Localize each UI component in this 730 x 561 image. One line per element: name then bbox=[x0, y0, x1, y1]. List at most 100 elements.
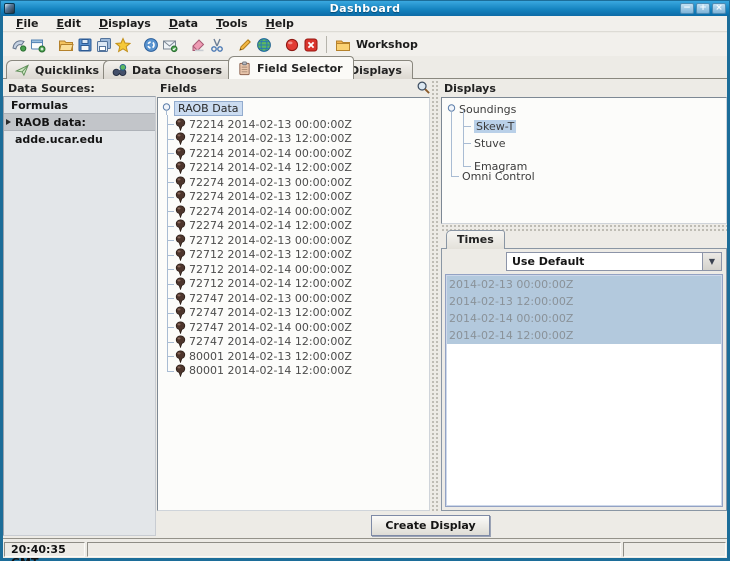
tab-data-choosers[interactable]: Data Choosers bbox=[103, 60, 233, 79]
field-tree-item[interactable]: 72274 2014-02-14 12:00:00Z bbox=[158, 219, 429, 234]
record-icon[interactable] bbox=[283, 36, 300, 53]
field-tree-item[interactable]: 72747 2014-02-14 00:00:00Z bbox=[158, 320, 429, 335]
balloon-icon bbox=[175, 176, 186, 189]
menu-help[interactable]: Help bbox=[257, 16, 303, 31]
toolbar: Workshop bbox=[3, 33, 727, 56]
tab-quicklinks[interactable]: Quicklinks bbox=[6, 60, 110, 79]
balloon-icon bbox=[175, 321, 186, 334]
displays-tree-root[interactable]: Soundings bbox=[459, 102, 516, 117]
balloon-icon bbox=[175, 234, 186, 247]
balloon-icon bbox=[175, 161, 186, 174]
search-icon[interactable] bbox=[416, 80, 431, 95]
field-tree-item[interactable]: 72747 2014-02-13 12:00:00Z bbox=[158, 306, 429, 321]
time-list-item[interactable]: 2014-02-13 12:00:00Z bbox=[447, 293, 721, 310]
data-sources-list: Formulas RAOB data: adde.ucar.edu bbox=[3, 96, 156, 536]
menu-file[interactable]: File bbox=[7, 16, 48, 31]
tab-field-selector[interactable]: Field Selector bbox=[228, 56, 354, 79]
show-dashboard-icon[interactable] bbox=[10, 36, 27, 53]
tree-connector bbox=[463, 166, 471, 167]
favorites-star-icon[interactable] bbox=[114, 36, 131, 53]
field-tree-item[interactable]: 72214 2014-02-13 00:00:00Z bbox=[158, 117, 429, 132]
save-icon[interactable] bbox=[76, 36, 93, 53]
vertical-splitter[interactable] bbox=[431, 80, 440, 511]
workshop-label: Workshop bbox=[356, 38, 418, 51]
times-list: 2014-02-13 00:00:00Z 2014-02-13 12:00:00… bbox=[445, 274, 723, 507]
toolbar-separator bbox=[326, 36, 327, 53]
time-list-item[interactable]: 2014-02-14 00:00:00Z bbox=[447, 310, 721, 327]
times-mode-dropdown[interactable]: Use Default ▼ bbox=[506, 252, 722, 271]
balloon-icon bbox=[175, 190, 186, 203]
workshop-folder-icon[interactable] bbox=[334, 36, 351, 53]
field-tree-item[interactable]: 72747 2014-02-14 12:00:00Z bbox=[158, 335, 429, 350]
save-as-icon[interactable] bbox=[95, 36, 112, 53]
balloon-icon bbox=[175, 277, 186, 290]
dashboard-window: Dashboard − + × File Edit Displays Data … bbox=[0, 0, 730, 561]
tree-line bbox=[451, 113, 452, 176]
balloon-icon bbox=[175, 335, 186, 348]
chevron-down-icon[interactable]: ▼ bbox=[702, 253, 721, 270]
menu-displays[interactable]: Displays bbox=[90, 16, 160, 31]
menu-tools[interactable]: Tools bbox=[207, 16, 256, 31]
field-tree-item[interactable]: 72274 2014-02-13 12:00:00Z bbox=[158, 190, 429, 205]
field-tree-item[interactable]: 72747 2014-02-13 00:00:00Z bbox=[158, 291, 429, 306]
help-icon[interactable] bbox=[142, 36, 159, 53]
create-display-button[interactable]: Create Display bbox=[371, 515, 490, 536]
title-bar[interactable]: Dashboard − + × bbox=[1, 1, 729, 16]
time-list-item[interactable]: 2014-02-13 00:00:00Z bbox=[447, 276, 721, 293]
balloon-icon bbox=[175, 118, 186, 131]
field-tree-item[interactable]: 80001 2014-02-14 12:00:00Z bbox=[158, 364, 429, 379]
field-tree-item[interactable]: 72712 2014-02-14 12:00:00Z bbox=[158, 277, 429, 292]
exit-icon[interactable] bbox=[302, 36, 319, 53]
balloon-icon bbox=[175, 219, 186, 232]
support-request-icon[interactable] bbox=[161, 36, 178, 53]
display-item-omni-control[interactable]: Omni Control bbox=[462, 170, 535, 183]
open-file-icon[interactable] bbox=[57, 36, 74, 53]
displays-tree: Soundings Skew-T Stuve Emagram Omni Cont… bbox=[441, 97, 727, 224]
displays-header: Displays bbox=[444, 82, 496, 95]
internet-globe-icon[interactable] bbox=[255, 36, 272, 53]
menu-edit[interactable]: Edit bbox=[48, 16, 90, 31]
field-tree-item[interactable]: 72214 2014-02-13 12:00:00Z bbox=[158, 132, 429, 147]
fields-tree-root[interactable]: RAOB Data bbox=[174, 101, 243, 116]
balloon-icon bbox=[175, 364, 186, 377]
new-window-icon[interactable] bbox=[29, 36, 46, 53]
balloon-icon bbox=[175, 248, 186, 261]
balloon-icon bbox=[175, 132, 186, 145]
field-tree-item[interactable]: 72214 2014-02-14 12:00:00Z bbox=[158, 161, 429, 176]
fields-header: Fields bbox=[160, 82, 197, 95]
field-tree-item[interactable]: 72274 2014-02-14 00:00:00Z bbox=[158, 204, 429, 219]
data-sources-header: Data Sources: bbox=[8, 82, 95, 95]
field-tree-item[interactable]: 72712 2014-02-13 12:00:00Z bbox=[158, 248, 429, 263]
field-tree-item[interactable]: 72712 2014-02-13 00:00:00Z bbox=[158, 233, 429, 248]
balloon-icon bbox=[175, 263, 186, 276]
tree-connector bbox=[463, 126, 471, 127]
field-tree-item[interactable]: 72274 2014-02-13 00:00:00Z bbox=[158, 175, 429, 190]
window-title: Dashboard bbox=[1, 1, 729, 16]
status-bar: 20:40:35 GMT bbox=[3, 538, 727, 558]
balloon-icon bbox=[175, 350, 186, 363]
display-item-skewt[interactable]: Skew-T bbox=[474, 120, 516, 133]
tab-times[interactable]: Times bbox=[446, 230, 505, 249]
edit-pencil-icon[interactable] bbox=[236, 36, 253, 53]
display-item-stuve[interactable]: Stuve bbox=[474, 137, 506, 150]
field-tree-item[interactable]: 80001 2014-02-13 12:00:00Z bbox=[158, 349, 429, 364]
menu-bar: File Edit Displays Data Tools Help bbox=[3, 16, 727, 32]
data-choosers-icon bbox=[112, 63, 127, 78]
field-selector-icon bbox=[237, 61, 252, 76]
time-list-item[interactable]: 2014-02-14 12:00:00Z bbox=[447, 327, 721, 344]
eraser-icon[interactable] bbox=[189, 36, 206, 53]
fields-tree-items: 72214 2014-02-13 00:00:00Z 72214 2014-02… bbox=[158, 117, 429, 378]
data-source-item-formulas[interactable]: Formulas bbox=[4, 97, 155, 114]
fields-tree: RAOB Data 72214 2014-02-13 00:00:00Z 722… bbox=[157, 97, 430, 511]
status-memory-area bbox=[623, 542, 726, 557]
balloon-icon bbox=[175, 306, 186, 319]
cut-icon[interactable] bbox=[208, 36, 225, 53]
field-tree-item[interactable]: 72712 2014-02-14 00:00:00Z bbox=[158, 262, 429, 277]
data-source-item-raob[interactable]: RAOB data: adde.ucar.edu bbox=[4, 114, 155, 131]
tree-connector bbox=[451, 176, 459, 177]
balloon-icon bbox=[175, 147, 186, 160]
field-tree-item[interactable]: 72214 2014-02-14 00:00:00Z bbox=[158, 146, 429, 161]
menu-data[interactable]: Data bbox=[160, 16, 207, 31]
tree-connector bbox=[463, 143, 471, 144]
tree-expander-icon[interactable] bbox=[161, 102, 172, 115]
